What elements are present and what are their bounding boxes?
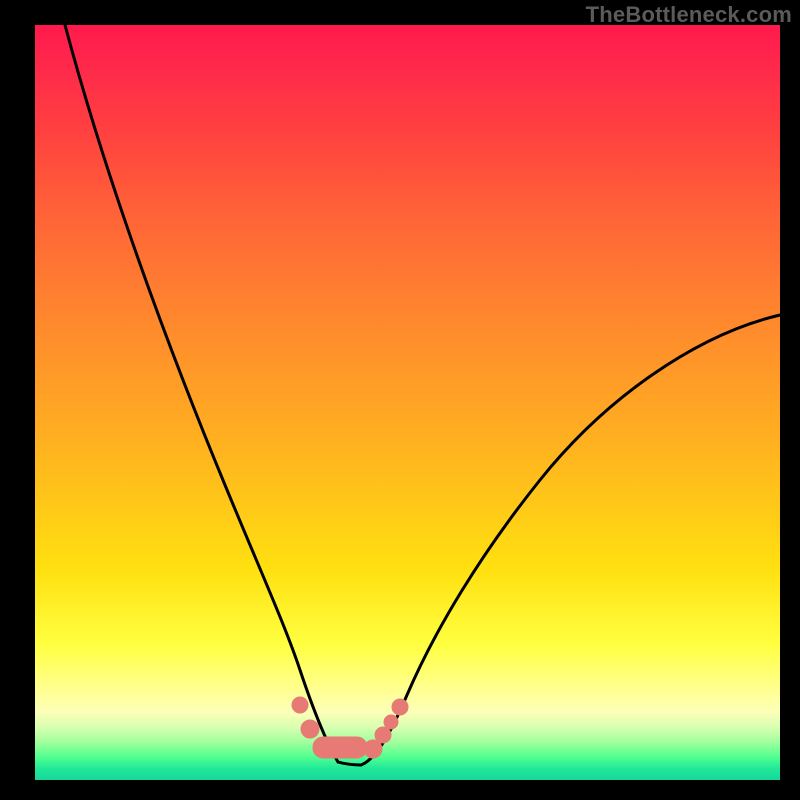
curve-right-branch [361, 315, 780, 765]
watermark-text: TheBottleneck.com [586, 2, 792, 28]
plot-area [35, 25, 780, 780]
curve-valley [338, 762, 361, 765]
curve-left-branch [65, 25, 338, 762]
chart-svg [35, 25, 780, 780]
marker-cluster [292, 697, 408, 758]
chart-frame: TheBottleneck.com [0, 0, 800, 800]
